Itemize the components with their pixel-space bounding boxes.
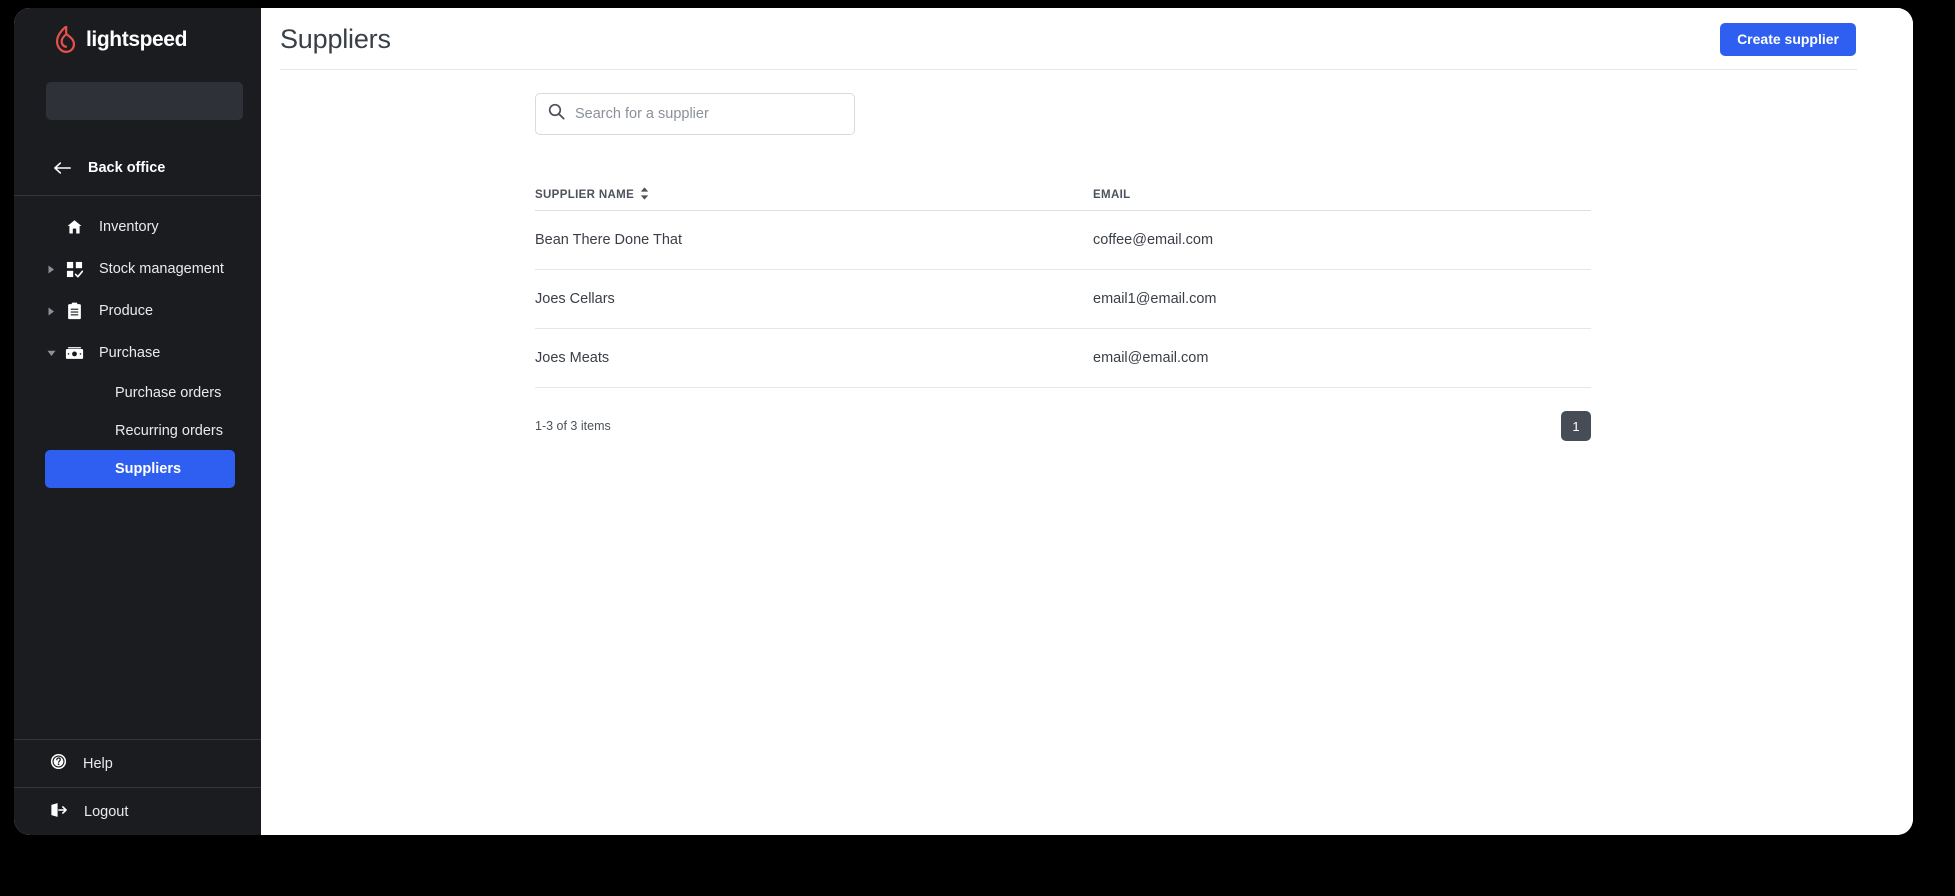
- sidebar-subitem-purchase-orders[interactable]: Purchase orders: [45, 374, 235, 412]
- cell-supplier-name: Bean There Done That: [535, 232, 682, 248]
- clipboard-icon: [63, 302, 85, 320]
- logout-icon: [50, 802, 68, 822]
- device-bezel-bottom: [0, 835, 1955, 896]
- pagination-page-1-button[interactable]: 1: [1561, 411, 1591, 441]
- sidebar-subitem-label: Purchase orders: [115, 385, 222, 401]
- chevron-right-icon[interactable]: [45, 265, 57, 274]
- chevron-right-icon[interactable]: [45, 307, 57, 316]
- sidebar-item-logout[interactable]: Logout: [14, 787, 261, 835]
- table-header-row: SUPPLIER NAME EMAIL: [535, 185, 1591, 211]
- column-header-supplier-name[interactable]: SUPPLIER NAME: [535, 186, 1093, 203]
- column-header-email: EMAIL: [1093, 189, 1591, 201]
- sidebar-item-inventory[interactable]: Inventory: [14, 206, 261, 248]
- sidebar-nav: Inventory Stock management Produce Purch…: [14, 196, 261, 488]
- search-input[interactable]: [575, 106, 842, 122]
- sidebar-item-stock-management[interactable]: Stock management: [14, 248, 261, 290]
- column-header-label: SUPPLIER NAME: [535, 188, 635, 201]
- sidebar-item-label: Produce: [99, 303, 154, 319]
- pagination-info: 1-3 of 3 items: [535, 419, 611, 433]
- top-bar: Suppliers Create supplier: [261, 8, 1913, 70]
- question-circle-icon: [50, 753, 67, 774]
- main-area: Suppliers Create supplier Search for a s…: [261, 8, 1913, 835]
- sidebar-subitem-suppliers[interactable]: Suppliers: [45, 450, 235, 488]
- sidebar-item-label: Stock management: [99, 261, 224, 277]
- sidebar-placeholder-box: [46, 82, 243, 120]
- suppliers-table: SUPPLIER NAME EMAIL Bean There Done That…: [535, 185, 1591, 441]
- sort-updown-icon[interactable]: [640, 186, 649, 203]
- create-supplier-button[interactable]: Create supplier: [1720, 22, 1856, 56]
- sidebar-item-label: Inventory: [99, 219, 159, 235]
- sidebar-bottom-label: Help: [83, 755, 113, 772]
- grid-check-icon: [63, 261, 85, 278]
- column-header-label: EMAIL: [1093, 188, 1131, 201]
- cell-supplier-name: Joes Meats: [535, 350, 610, 366]
- chevron-down-icon[interactable]: [45, 350, 57, 357]
- sidebar-item-label: Purchase: [99, 345, 161, 361]
- back-office-label: Back office: [88, 159, 166, 176]
- brand-logo[interactable]: lightspeed: [14, 8, 261, 70]
- cash-icon: [63, 346, 85, 360]
- lightspeed-flame-icon: [54, 25, 77, 53]
- cell-email: coffee@email.com: [1093, 232, 1214, 248]
- arrow-left-icon: [54, 161, 72, 175]
- back-office-button[interactable]: Back office: [14, 140, 261, 196]
- page-title: Suppliers: [280, 23, 391, 54]
- search-field[interactable]: [535, 93, 855, 135]
- sidebar: lightspeed Back office Inventory Stock m…: [14, 8, 261, 835]
- device-bezel: lightspeed Back office Inventory Stock m…: [0, 0, 1955, 896]
- brand-name: lightspeed: [86, 27, 188, 51]
- sidebar-item-produce[interactable]: Produce: [14, 290, 261, 332]
- table-row[interactable]: Joes Meats email@email.com: [535, 329, 1591, 388]
- app-window: lightspeed Back office Inventory Stock m…: [14, 8, 1913, 835]
- cell-email: email@email.com: [1093, 350, 1209, 366]
- sidebar-subitem-label: Recurring orders: [115, 423, 223, 439]
- table-row[interactable]: Joes Cellars email1@email.com: [535, 270, 1591, 329]
- table-row[interactable]: Bean There Done That coffee@email.com: [535, 211, 1591, 270]
- cell-supplier-name: Joes Cellars: [535, 291, 615, 307]
- sidebar-item-help[interactable]: Help: [14, 739, 261, 787]
- search-icon: [548, 103, 565, 125]
- cell-email: email1@email.com: [1093, 291, 1217, 307]
- content-inner: SUPPLIER NAME EMAIL: [535, 93, 1591, 441]
- sidebar-item-purchase[interactable]: Purchase: [14, 332, 261, 374]
- home-icon: [63, 219, 85, 235]
- pagination: 1-3 of 3 items 1: [535, 411, 1591, 441]
- content-area: SUPPLIER NAME EMAIL: [261, 70, 1913, 835]
- sidebar-subitem-label: Suppliers: [115, 461, 182, 477]
- sidebar-subitem-recurring-orders[interactable]: Recurring orders: [45, 412, 235, 450]
- sidebar-bottom-label: Logout: [84, 803, 129, 820]
